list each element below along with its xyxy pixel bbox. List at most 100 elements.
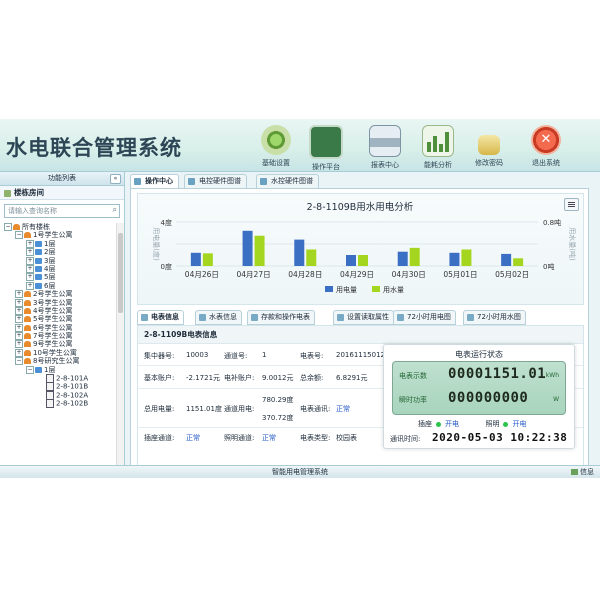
tree-node[interactable]: 2-8-101B <box>0 382 116 392</box>
sidebar-header: 功能列表 « <box>0 172 124 186</box>
toolbar-button-0[interactable]: 基础设置 <box>254 125 298 168</box>
app-window: 水电联合管理系统 基础设置操作平台 报表中心 能耗分析 修改密码 退出系统 功能列表 «… <box>0 119 600 478</box>
toolbar-label: 能耗分析 <box>424 161 452 169</box>
tab-2[interactable]: 水控硬件图谱 <box>256 174 319 188</box>
collapse-node-icon[interactable]: − <box>4 223 12 231</box>
scrollbar-thumb[interactable] <box>118 233 123 313</box>
tree-node[interactable]: +3层 <box>0 256 116 265</box>
tree-node[interactable]: +5层 <box>0 273 116 282</box>
toolbar-button-3[interactable]: 能耗分析 <box>416 125 460 170</box>
tree-node[interactable]: +2层 <box>0 248 116 257</box>
collapse-node-icon[interactable]: − <box>15 231 23 240</box>
x-tick-label: 04月26日 <box>185 270 219 279</box>
tree-node-label: 2层 <box>44 248 56 257</box>
meter-info-title: 2-8-1109B电表信息 <box>138 326 583 344</box>
bar-electricity <box>190 252 201 266</box>
tree-scrollbar[interactable] <box>116 223 124 465</box>
building-icon <box>4 189 11 197</box>
detail-tab-3[interactable]: 设置读取属性 <box>333 310 394 325</box>
tab-1[interactable]: 电控硬件图谱 <box>184 174 247 188</box>
search-input[interactable]: 请输入查询名称 ⌕ <box>4 204 120 218</box>
tree-node[interactable]: 2-8-102A <box>0 390 116 400</box>
detail-tab-5[interactable]: 72小时用水图 <box>463 310 526 325</box>
expand-node-icon[interactable]: + <box>26 281 34 290</box>
exit-icon <box>531 125 561 155</box>
tree-node[interactable]: +9号学生公寓 <box>0 340 116 349</box>
tree-node[interactable]: 2-8-102B <box>0 399 116 409</box>
chart-menu-icon[interactable] <box>564 198 579 211</box>
house-icon <box>24 324 31 331</box>
detail-tab-1[interactable]: 水表信息 <box>195 310 242 325</box>
tree-node[interactable]: +10号学生公寓 <box>0 348 116 357</box>
power-value: 000000000 <box>448 390 529 406</box>
toolbar-button-5[interactable]: 退出系统 <box>524 125 568 168</box>
light-state[interactable]: 开电 <box>512 420 526 428</box>
tree-node[interactable]: +4层 <box>0 264 116 273</box>
detail-tab-label: 72小时用水图 <box>477 313 521 321</box>
tree-node-label: 1号学生公寓 <box>33 231 73 240</box>
tree-node-label: 4层 <box>44 264 56 273</box>
detail-tab-2[interactable]: 存款和操作电表 <box>247 310 315 325</box>
tree-node[interactable]: +2号学生公寓 <box>0 290 116 299</box>
tree-node[interactable]: − 1号学生公寓 <box>0 231 116 240</box>
detail-tab-label: 水表信息 <box>209 313 237 321</box>
expand-node-icon[interactable]: + <box>26 273 34 282</box>
collapse-node-icon[interactable]: − <box>15 357 23 366</box>
bar-electricity <box>501 253 512 266</box>
expand-node-icon[interactable]: + <box>15 315 23 324</box>
expand-node-icon[interactable]: + <box>15 323 23 332</box>
detail-tab-0[interactable]: 电表信息 <box>137 310 184 325</box>
expand-node-icon[interactable]: + <box>26 264 34 273</box>
bar-water <box>306 249 317 266</box>
section-header[interactable]: 楼栋房间 <box>0 186 124 200</box>
tree-node[interactable]: +5号学生公寓 <box>0 315 116 324</box>
search-icon[interactable]: ⌕ <box>113 205 117 215</box>
bar-water <box>513 258 524 266</box>
tree-node[interactable]: +3号学生公寓 <box>0 298 116 307</box>
tab-0[interactable]: 操作中心 <box>130 174 179 188</box>
expand-node-icon[interactable]: + <box>15 340 23 349</box>
y-tick-left: 4度 <box>161 218 172 227</box>
tree-node[interactable]: +6号学生公寓 <box>0 323 116 332</box>
power-label: 瞬时功率 <box>399 396 427 404</box>
toolbar-button-1[interactable]: 操作平台 <box>304 125 348 172</box>
socket-state[interactable]: 开电 <box>445 420 459 428</box>
expand-node-icon[interactable]: + <box>15 306 23 315</box>
toolbar-button-2[interactable]: 报表中心 <box>363 125 407 170</box>
tree-node-label: 2-8-101B <box>56 382 89 391</box>
collapse-node-icon[interactable]: − <box>26 365 34 374</box>
house-icon <box>24 341 31 348</box>
tab-icon <box>199 314 206 321</box>
status-bar: 智能用电管理系统 信息 <box>0 465 600 478</box>
reading-label: 电表示数 <box>399 372 427 380</box>
expand-node-icon[interactable]: + <box>15 348 23 357</box>
basic-account-value: -2.1721元 <box>186 374 221 382</box>
expand-node-icon[interactable]: + <box>26 239 34 248</box>
expand-node-icon[interactable]: + <box>15 298 23 307</box>
tree-node[interactable]: +1层 <box>0 239 116 248</box>
x-tick-label: 04月27日 <box>237 270 271 279</box>
detail-tab-4[interactable]: 72小时用电图 <box>393 310 456 325</box>
toolbar-label: 基础设置 <box>262 159 290 167</box>
expand-node-icon[interactable]: + <box>26 256 34 265</box>
toolbar-button-4[interactable]: 修改密码 <box>467 125 511 168</box>
meter-status-widget: 电表运行状态 电表示数 00001151.01 kWh 瞬时功率 0000000… <box>383 344 575 449</box>
tree-node[interactable]: − 1层 <box>0 365 116 374</box>
tree-node-label: 6层 <box>44 281 56 290</box>
reading-value: 00001151.01 <box>448 366 547 382</box>
expand-node-icon[interactable]: + <box>15 290 23 299</box>
socket-status-dot <box>436 421 441 427</box>
collapse-icon[interactable]: « <box>110 174 121 184</box>
total-balance-value: 6.8291元 <box>336 374 368 382</box>
room-icon <box>46 399 54 409</box>
expand-node-icon[interactable]: + <box>26 248 34 257</box>
tree-node[interactable]: − 8号研究生公寓 <box>0 357 116 366</box>
status-center-text: 智能用电管理系统 <box>272 468 328 476</box>
expand-node-icon[interactable]: + <box>15 332 23 341</box>
status-info[interactable]: 信息 <box>571 466 594 478</box>
tree-node-label: 7号学生公寓 <box>33 332 73 341</box>
tree-node[interactable]: 2-8-101A <box>0 374 116 384</box>
tree-node[interactable]: +6层 <box>0 281 116 290</box>
house-icon <box>24 316 31 323</box>
house-icon <box>24 307 31 314</box>
